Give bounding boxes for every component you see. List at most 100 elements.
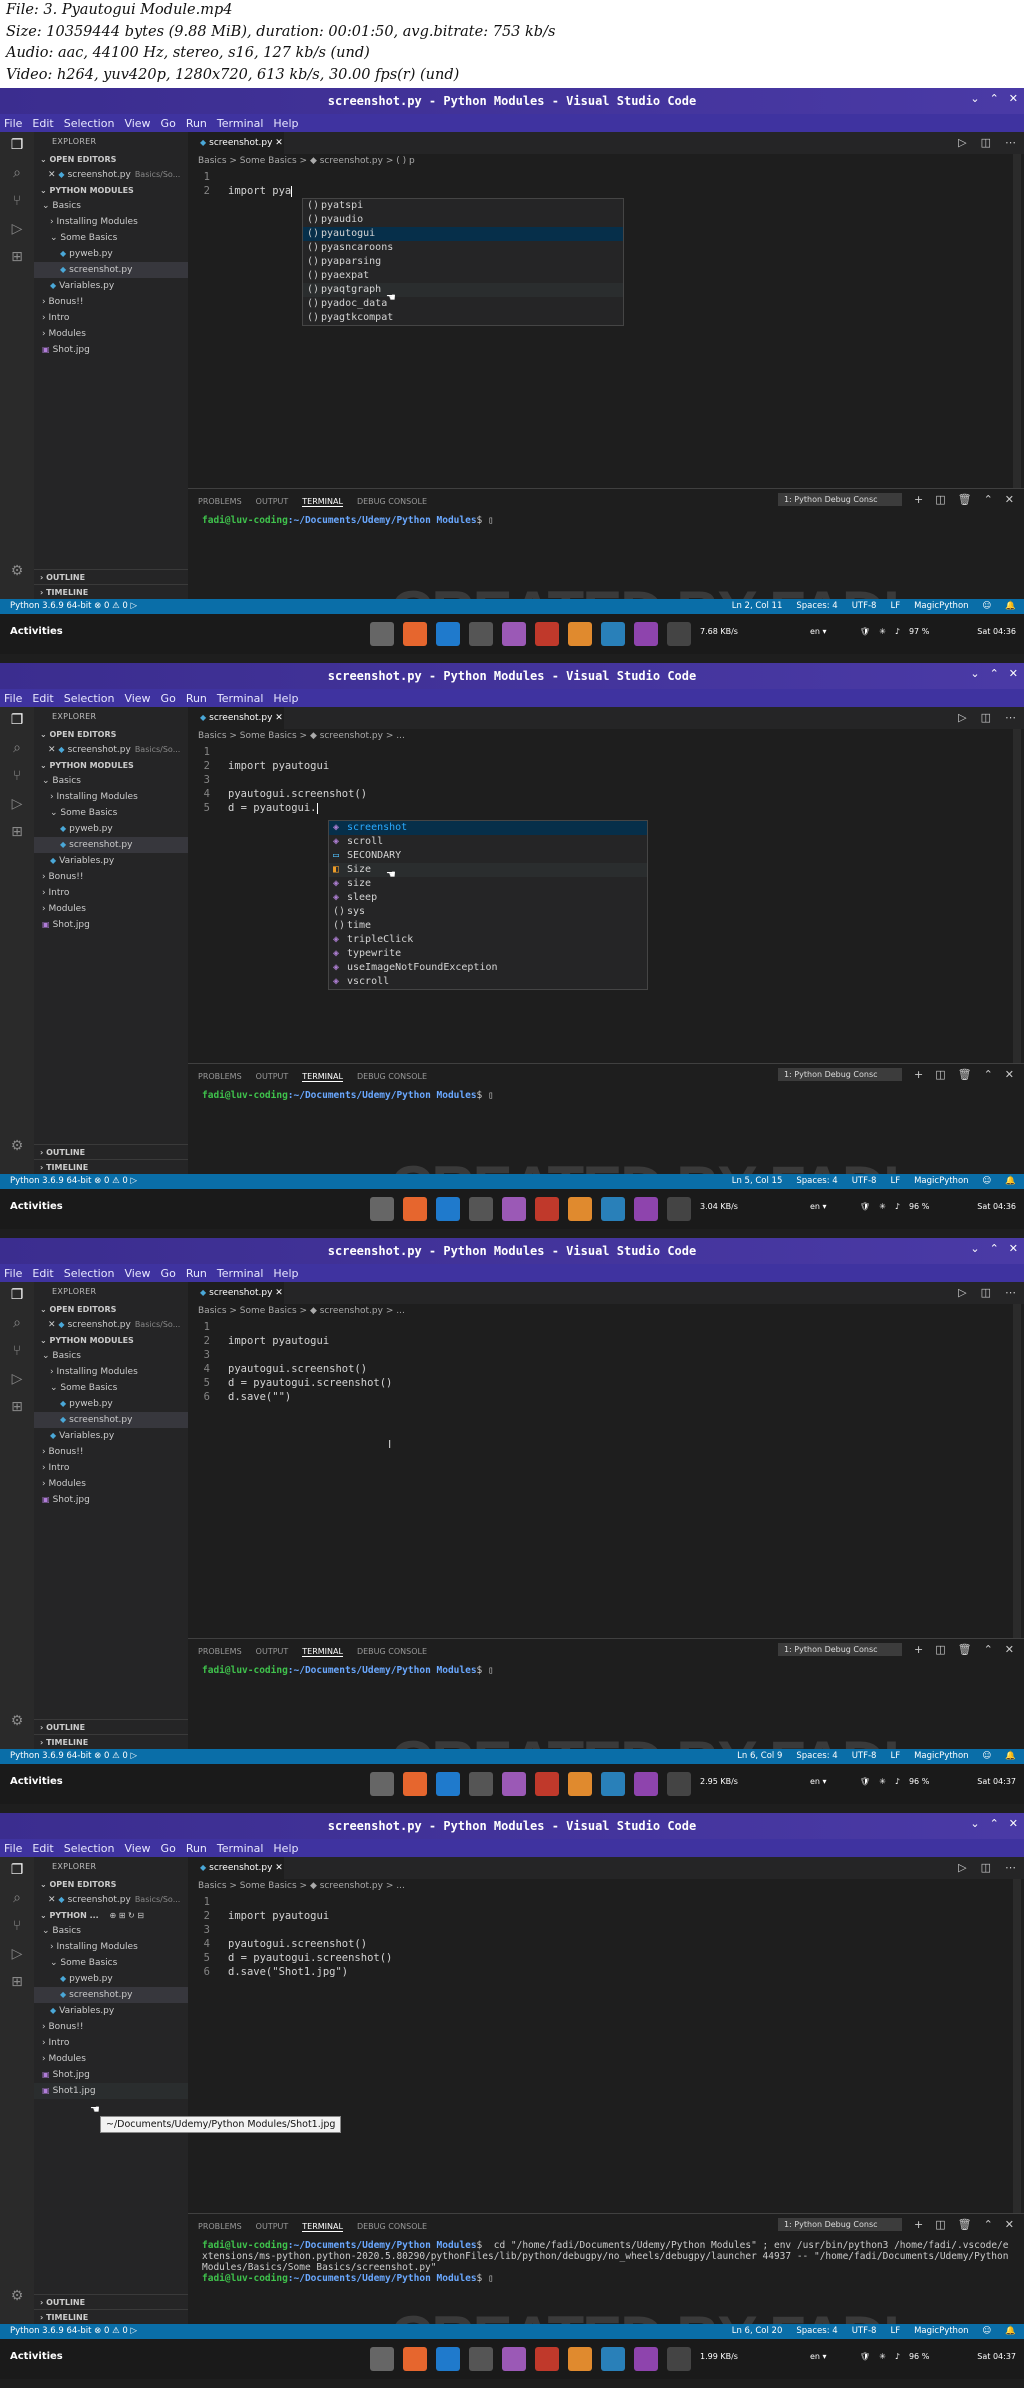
activities-button[interactable]: Activities xyxy=(10,2351,63,2362)
gear-icon[interactable]: ⚙ xyxy=(8,1712,26,1730)
maximize-panel-icon[interactable]: ⌃ xyxy=(984,1643,993,1656)
firefox-icon[interactable] xyxy=(403,622,427,646)
split-terminal-icon[interactable]: ◫ xyxy=(935,1068,945,1081)
tab-output[interactable]: OUTPUT xyxy=(256,2222,289,2232)
file-variables[interactable]: ◆ Variables.py xyxy=(34,1428,188,1444)
feedback-icon[interactable]: ☺ xyxy=(983,1749,992,1764)
tab-screenshot[interactable]: ◆ screenshot.py ✕ xyxy=(188,707,284,729)
split-editor-icon[interactable]: ◫ xyxy=(981,136,991,149)
run-debug-icon[interactable]: ▷ xyxy=(8,220,26,238)
volume-icon[interactable]: ♪ xyxy=(895,1777,900,1786)
folder-icon[interactable] xyxy=(568,1772,592,1796)
run-debug-icon[interactable]: ▷ xyxy=(8,795,26,813)
maximize-panel-icon[interactable]: ⌃ xyxy=(984,493,993,506)
split-editor-icon[interactable]: ◫ xyxy=(981,1286,991,1299)
folder-installing-modules[interactable]: › Installing Modules xyxy=(34,1939,188,1955)
new-terminal-icon[interactable]: + xyxy=(914,493,923,506)
gear-icon[interactable]: ⚙ xyxy=(8,2287,26,2305)
close-panel-icon[interactable]: ✕ xyxy=(1005,1068,1014,1081)
close-icon[interactable]: ✕ xyxy=(1009,92,1018,105)
folder-basics[interactable]: ⌄ Basics xyxy=(34,1923,188,1939)
source-control-icon[interactable]: ⑂ xyxy=(8,192,26,210)
network-icon[interactable]: ✳ xyxy=(879,627,886,636)
menu-selection[interactable]: Selection xyxy=(64,692,115,705)
menu-selection[interactable]: Selection xyxy=(64,117,115,130)
outline-section[interactable]: › OUTLINE xyxy=(34,2294,188,2309)
folder-intro[interactable]: › Intro xyxy=(34,310,188,326)
suggestion-item[interactable]: () pyaqtgraph xyxy=(303,283,623,297)
menu-view[interactable]: View xyxy=(124,692,150,705)
menu-edit[interactable]: Edit xyxy=(32,1842,53,1855)
tab-debug-console[interactable]: DEBUG CONSOLE xyxy=(357,1072,427,1082)
menu-file[interactable]: File xyxy=(4,1267,22,1280)
app-grid-icon[interactable] xyxy=(370,1197,394,1221)
shield-icon[interactable]: 🛡 xyxy=(860,1202,870,1211)
status-python[interactable]: Python 3.6.9 64-bit ⊗ 0 ⚠ 0 ▷ xyxy=(10,2324,137,2339)
terminal-select[interactable]: 1: Python Debug Consc xyxy=(777,1068,902,1081)
minimize-icon[interactable]: ⌄ xyxy=(970,1817,979,1830)
source-control-icon[interactable]: ⑂ xyxy=(8,1917,26,1935)
tab-screenshot[interactable]: ◆ screenshot.py ✕ xyxy=(188,1282,284,1304)
tab-problems[interactable]: PROBLEMS xyxy=(198,1072,242,1082)
folder-modules[interactable]: › Modules xyxy=(34,2051,188,2067)
extensions-icon[interactable]: ⊞ xyxy=(8,1973,26,1991)
search-icon[interactable]: ⌕ xyxy=(8,1314,26,1332)
terminal-output[interactable]: fadi@luv-coding:~/Documents/Udemy/Python… xyxy=(202,1665,1012,1676)
breadcrumb[interactable]: Basics > Some Basics > ◆ screenshot.py >… xyxy=(198,156,415,166)
folder-modules[interactable]: › Modules xyxy=(34,901,188,917)
more-icon[interactable]: ⋯ xyxy=(1005,1286,1016,1299)
status-position[interactable]: Ln 2, Col 11 xyxy=(732,599,783,614)
folder-icon[interactable] xyxy=(568,622,592,646)
suggestion-item[interactable]: ▭ SECONDARY xyxy=(329,849,647,863)
bell-icon[interactable]: 🔔 xyxy=(1005,2324,1016,2339)
status-spaces[interactable]: Spaces: 4 xyxy=(796,2324,837,2339)
app-icon[interactable] xyxy=(502,1772,526,1796)
search-icon[interactable]: ⌕ xyxy=(8,739,26,757)
more-icon[interactable]: ⋯ xyxy=(1005,711,1016,724)
network-icon[interactable]: ✳ xyxy=(879,2352,886,2361)
new-terminal-icon[interactable]: + xyxy=(914,1068,923,1081)
trash-icon[interactable]: 🗑 xyxy=(958,1643,972,1656)
battery-level[interactable]: 96 % xyxy=(909,2352,929,2361)
extensions-icon[interactable]: ⊞ xyxy=(8,248,26,266)
more-icon[interactable]: ⋯ xyxy=(1005,1861,1016,1874)
app-icon[interactable] xyxy=(634,1197,658,1221)
timeline-section[interactable]: › TIMELINE xyxy=(34,1159,188,1174)
tab-problems[interactable]: PROBLEMS xyxy=(198,2222,242,2232)
status-encoding[interactable]: UTF-8 xyxy=(852,2324,877,2339)
status-language[interactable]: MagicPython xyxy=(914,599,968,614)
menu-run[interactable]: Run xyxy=(186,1842,207,1855)
suggestion-item[interactable]: () pyatspi xyxy=(303,199,623,213)
gear-icon[interactable]: ⚙ xyxy=(8,562,26,580)
app-icon[interactable] xyxy=(502,2347,526,2371)
suggestion-item[interactable]: ◈ sleep xyxy=(329,891,647,905)
open-editors-section[interactable]: ⌄ OPEN EDITORS xyxy=(34,727,188,742)
suggestion-item[interactable]: ◈ typewrite xyxy=(329,947,647,961)
clock[interactable]: Sat 04:36 xyxy=(977,627,1016,636)
status-position[interactable]: Ln 6, Col 20 xyxy=(732,2324,783,2339)
source-control-icon[interactable]: ⑂ xyxy=(8,767,26,785)
folder-installing-modules[interactable]: › Installing Modules xyxy=(34,789,188,805)
folder-intro[interactable]: › Intro xyxy=(34,885,188,901)
source-control-icon[interactable]: ⑂ xyxy=(8,1342,26,1360)
run-debug-icon[interactable]: ▷ xyxy=(8,1945,26,1963)
feedback-icon[interactable]: ☺ xyxy=(983,599,992,614)
status-language[interactable]: MagicPython xyxy=(914,1749,968,1764)
app-icon[interactable] xyxy=(535,1772,559,1796)
terminal-output[interactable]: fadi@luv-coding:~/Documents/Udemy/Python… xyxy=(202,1090,1012,1101)
status-python[interactable]: Python 3.6.9 64-bit ⊗ 0 ⚠ 0 ▷ xyxy=(10,1749,137,1764)
app-icon[interactable] xyxy=(502,1197,526,1221)
tab-output[interactable]: OUTPUT xyxy=(256,1072,289,1082)
code-editor[interactable]: 1 2 import pyautogui 3 4 pyautogui.screens… xyxy=(188,745,1018,815)
minimize-icon[interactable]: ⌄ xyxy=(970,667,979,680)
folder-bonus[interactable]: › Bonus!! xyxy=(34,1444,188,1460)
trash-icon[interactable]: 🗑 xyxy=(958,1068,972,1081)
menu-edit[interactable]: Edit xyxy=(32,1267,53,1280)
status-eol[interactable]: LF xyxy=(890,1174,900,1189)
outline-section[interactable]: › OUTLINE xyxy=(34,1719,188,1734)
app-grid-icon[interactable] xyxy=(370,1772,394,1796)
run-icon[interactable]: ▷ xyxy=(958,1286,966,1299)
menu-selection[interactable]: Selection xyxy=(64,1842,115,1855)
feedback-icon[interactable]: ☺ xyxy=(983,1174,992,1189)
project-section[interactable]: ⌄ PYTHON MODULES xyxy=(34,183,188,198)
